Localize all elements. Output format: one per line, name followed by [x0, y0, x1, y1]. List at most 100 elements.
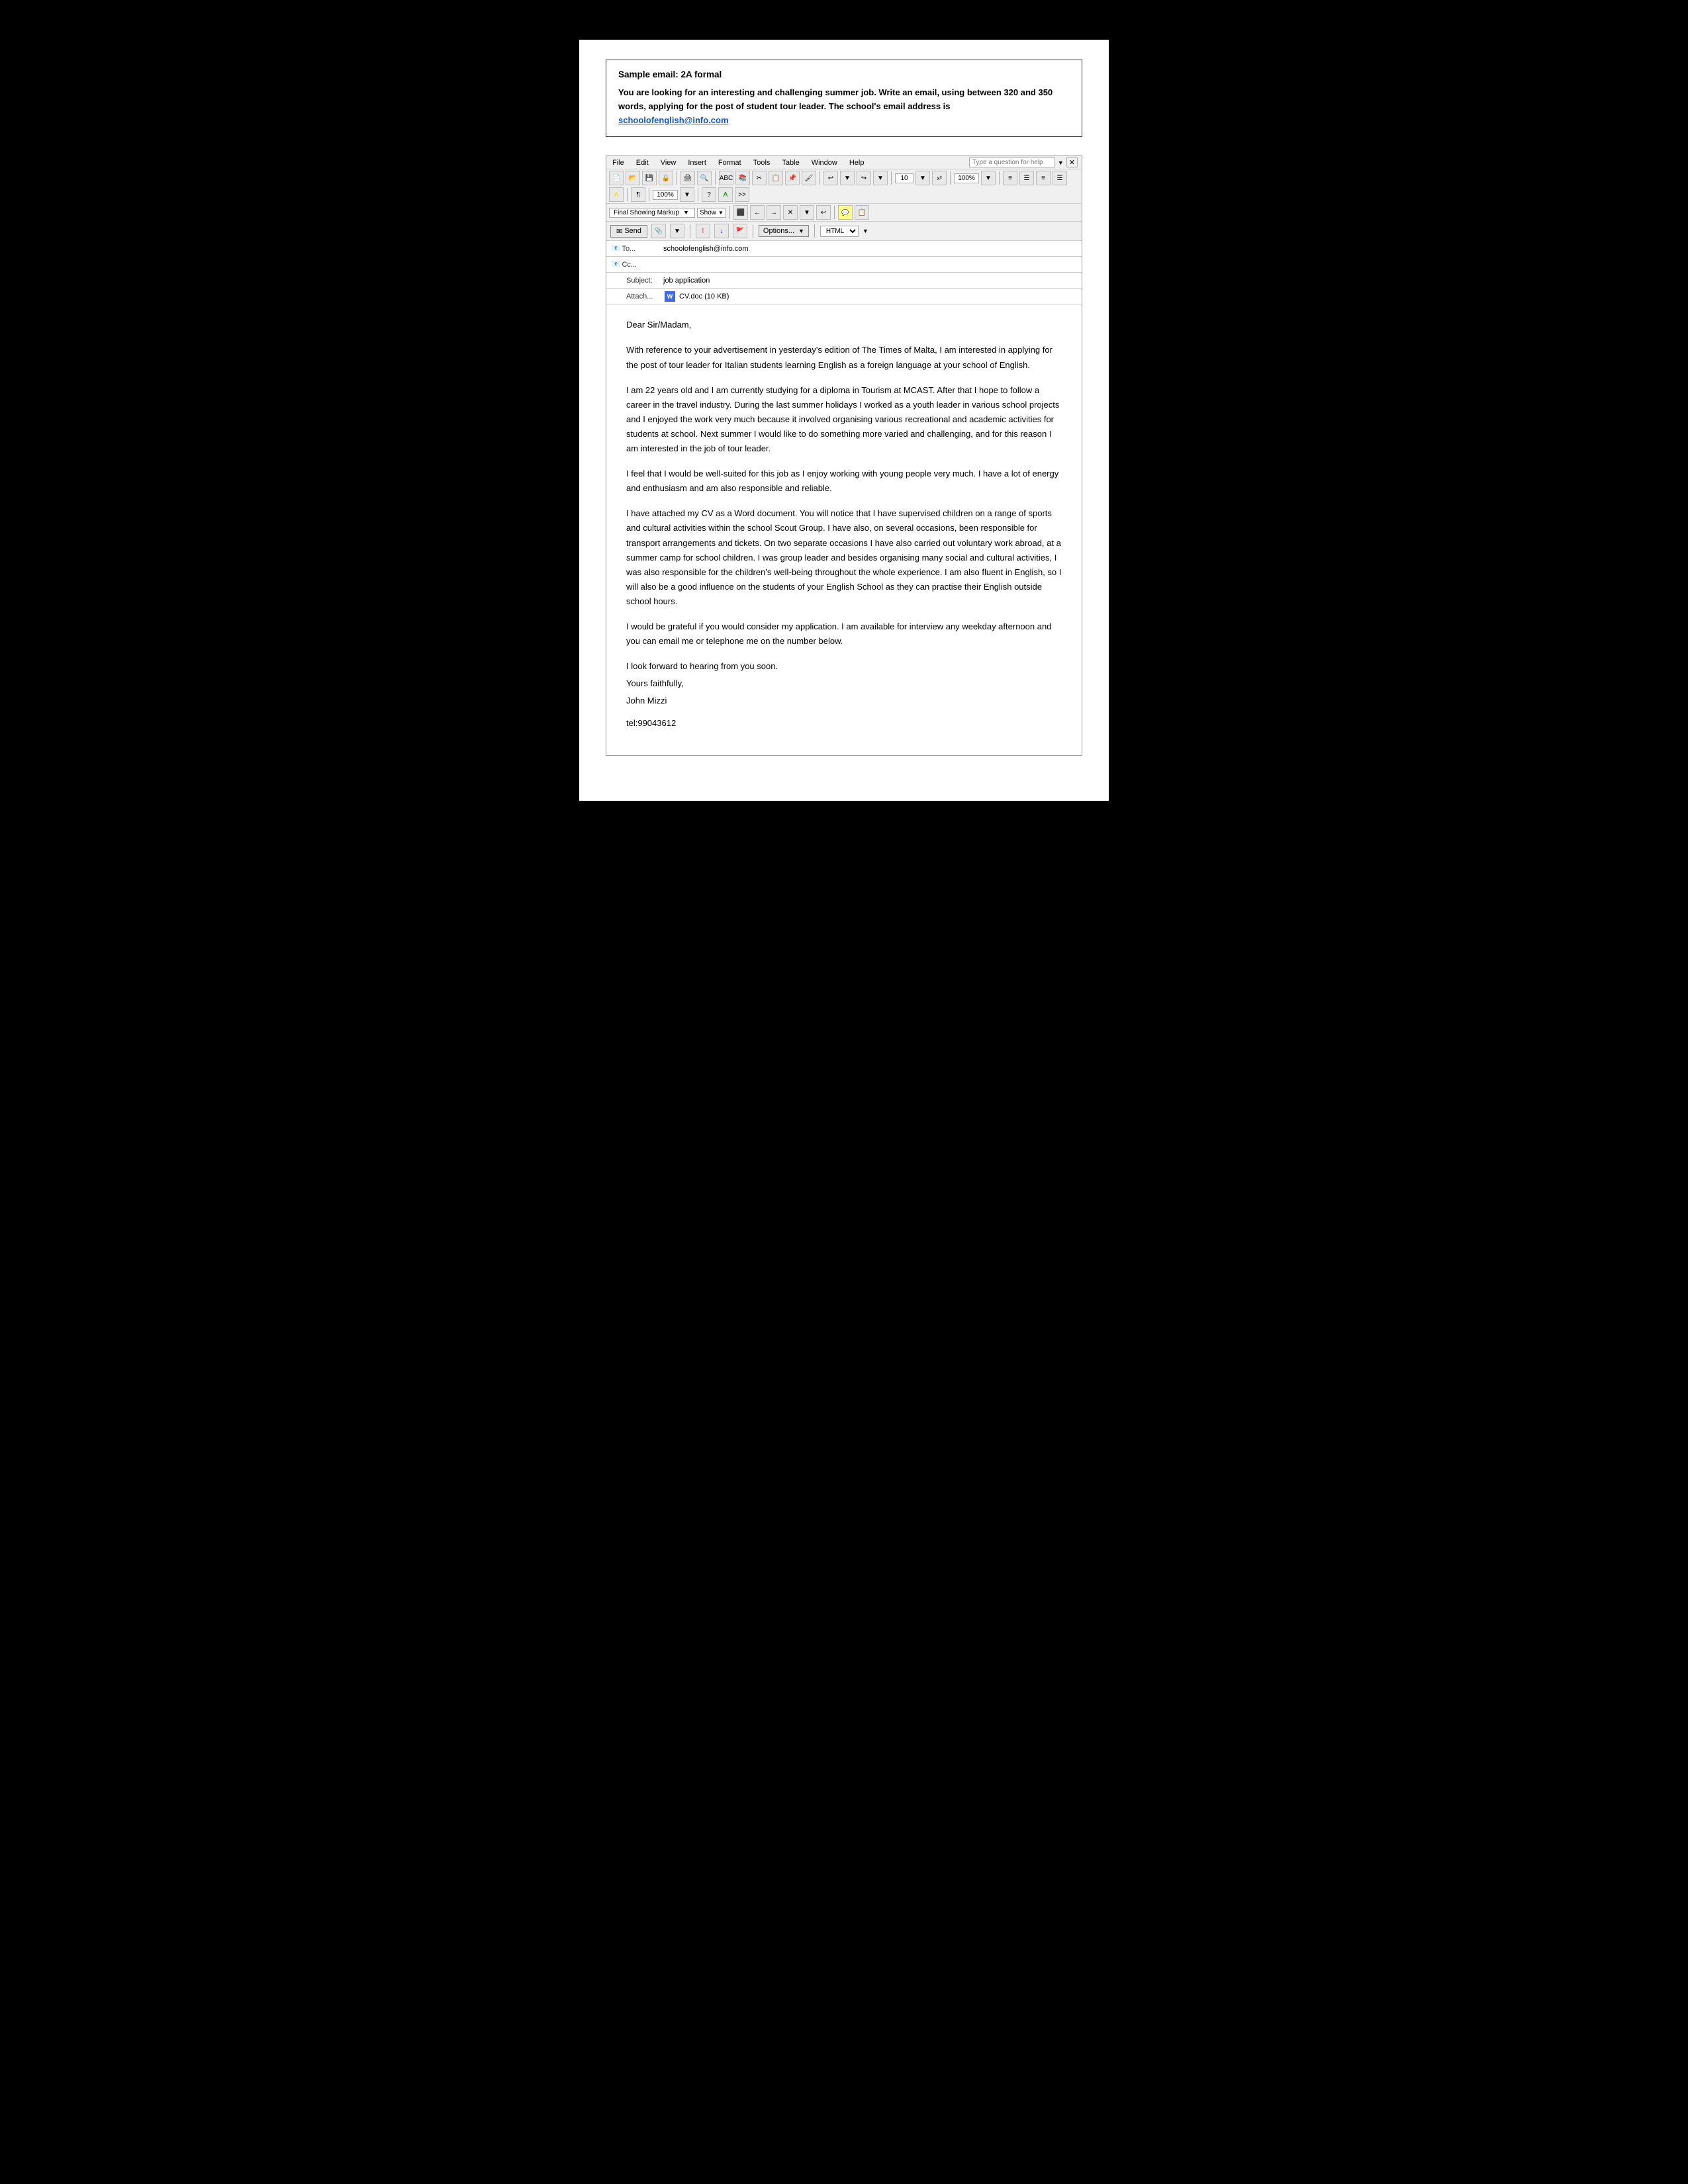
- track-btn-5[interactable]: ▼: [800, 205, 814, 220]
- markup-arrow-icon: ▼: [683, 209, 689, 216]
- save-button[interactable]: 💾: [642, 171, 657, 185]
- subject-label-area: Subject:: [606, 275, 659, 286]
- show-arrow-icon: ▼: [718, 210, 724, 216]
- toolbar-sep-2: [715, 171, 716, 185]
- format-sep-1: [729, 206, 730, 219]
- font-size-down[interactable]: ▼: [915, 171, 930, 185]
- superscript-button[interactable]: x²: [932, 171, 947, 185]
- toolbar-sep-5: [950, 171, 951, 185]
- toolbar-sep-7: [627, 188, 628, 201]
- menu-insert[interactable]: Insert: [686, 158, 708, 167]
- to-input[interactable]: [659, 244, 1082, 254]
- research-button[interactable]: 📚: [735, 171, 750, 185]
- align-right[interactable]: ≡: [1036, 171, 1051, 185]
- redo-arrow[interactable]: ▼: [873, 171, 888, 185]
- cut-button[interactable]: ✂: [752, 171, 767, 185]
- show-dropdown[interactable]: Show ▼: [697, 208, 726, 218]
- attach-row: Attach... W CV.doc (10 KB): [606, 289, 1082, 304]
- undo-button[interactable]: ↩: [823, 171, 838, 185]
- attach-filename[interactable]: CV.doc (10 KB): [679, 293, 729, 300]
- format-select[interactable]: HTML: [820, 226, 859, 237]
- format-painter[interactable]: 🖌: [802, 171, 816, 185]
- to-label[interactable]: To...: [622, 245, 635, 253]
- align-center[interactable]: ☰: [1019, 171, 1034, 185]
- permission-button[interactable]: 🔒: [659, 171, 673, 185]
- sample-title: Sample email: 2A formal: [618, 69, 1070, 79]
- review-btn[interactable]: 📋: [855, 205, 869, 220]
- send-button[interactable]: ✉ Send: [610, 225, 647, 238]
- email-body: Dear Sir/Madam, With reference to your a…: [606, 304, 1082, 754]
- priority-low[interactable]: ↓: [714, 224, 729, 238]
- highlight-button[interactable]: A: [609, 187, 624, 202]
- copy-button[interactable]: 📋: [769, 171, 783, 185]
- markup-dropdown[interactable]: Final Showing Markup ▼: [609, 208, 695, 218]
- open-button[interactable]: 📂: [626, 171, 640, 185]
- track-btn-2[interactable]: ←: [750, 205, 765, 220]
- sample-prompt: You are looking for an interesting and c…: [618, 86, 1070, 127]
- format-toolbar: Final Showing Markup ▼ Show ▼ ⬛ ← → ✕ ▼ …: [606, 204, 1082, 222]
- misc-btn-2[interactable]: >>: [735, 187, 749, 202]
- subject-label: Subject:: [612, 277, 653, 285]
- cc-label[interactable]: Cc...: [622, 261, 637, 269]
- track-btn-4[interactable]: ✕: [783, 205, 798, 220]
- zoom2-arrow[interactable]: ▼: [680, 187, 694, 202]
- options-button[interactable]: Options... ▼: [759, 225, 809, 237]
- menu-file[interactable]: File: [610, 158, 626, 167]
- zoom-arrow[interactable]: ▼: [981, 171, 996, 185]
- track-btn-3[interactable]: →: [767, 205, 781, 220]
- menu-table[interactable]: Table: [780, 158, 801, 167]
- to-label-area: 📧 To...: [606, 244, 659, 254]
- help-arrow-icon: ▼: [1058, 159, 1064, 166]
- closing-2: Yours faithfully,: [626, 676, 1062, 691]
- attach-area: W CV.doc (10 KB): [659, 289, 734, 304]
- misc-btn-1[interactable]: ?: [702, 187, 716, 202]
- toolbar-sep-6: [999, 171, 1000, 185]
- spell-button[interactable]: ABC: [719, 171, 733, 185]
- comment-btn[interactable]: 💬: [838, 205, 853, 220]
- new-button[interactable]: 📄: [609, 171, 624, 185]
- undo-arrow[interactable]: ▼: [840, 171, 855, 185]
- menu-edit[interactable]: Edit: [634, 158, 651, 167]
- paragraph-2: I am 22 years old and I am currently stu…: [626, 383, 1062, 456]
- track-btn-1[interactable]: ⬛: [733, 205, 748, 220]
- send-toolbar: ✉ Send 📎 ▼ ! ↓ 🚩 Options... ▼ HTML ▼: [606, 222, 1082, 241]
- flag-btn[interactable]: 🚩: [733, 224, 747, 238]
- cc-icon: 📧: [612, 261, 620, 268]
- paragraph-5: I would be grateful if you would conside…: [626, 619, 1062, 649]
- toolbar-sep-4: [891, 171, 892, 185]
- menu-tools[interactable]: Tools: [751, 158, 773, 167]
- priority-high[interactable]: !: [696, 224, 710, 238]
- attach-file-button[interactable]: 📎: [651, 224, 666, 238]
- close-icon[interactable]: ✕: [1066, 158, 1078, 167]
- subject-input[interactable]: [659, 275, 1082, 286]
- zoom2-input[interactable]: [653, 190, 678, 200]
- font-size-input[interactable]: [895, 173, 914, 183]
- attach-arrow[interactable]: ▼: [670, 224, 684, 238]
- salutation: Dear Sir/Madam,: [626, 318, 1062, 332]
- attach-label-area: Attach...: [606, 291, 659, 302]
- paste-button[interactable]: 📌: [785, 171, 800, 185]
- email-fields: 📧 To... 📧 Cc... Subject:: [606, 241, 1082, 304]
- help-search-input[interactable]: [969, 158, 1055, 167]
- cc-label-area: 📧 Cc...: [606, 259, 659, 270]
- menu-window[interactable]: Window: [810, 158, 839, 167]
- menu-format[interactable]: Format: [716, 158, 743, 167]
- align-left[interactable]: ≡: [1003, 171, 1017, 185]
- preview-button[interactable]: 🔍: [697, 171, 712, 185]
- justify[interactable]: ☰: [1053, 171, 1067, 185]
- closing-3: John Mizzi: [626, 694, 1062, 708]
- email-link[interactable]: schoolofenglish@info.com: [618, 115, 729, 125]
- track-btn-6[interactable]: ↩: [816, 205, 831, 220]
- send-sep-3: [814, 224, 815, 238]
- options-arrow-icon: ▼: [798, 228, 804, 234]
- redo-button[interactable]: ↪: [857, 171, 871, 185]
- menu-help[interactable]: Help: [847, 158, 867, 167]
- cc-input[interactable]: [659, 259, 1082, 270]
- sample-box: Sample email: 2A formal You are looking …: [606, 60, 1082, 137]
- color-btn[interactable]: A: [718, 187, 733, 202]
- zoom-input[interactable]: [954, 173, 979, 183]
- to-icon: 📧: [612, 245, 620, 252]
- para-mark[interactable]: ¶: [631, 187, 645, 202]
- menu-view[interactable]: View: [659, 158, 679, 167]
- print-button[interactable]: 🖨: [680, 171, 695, 185]
